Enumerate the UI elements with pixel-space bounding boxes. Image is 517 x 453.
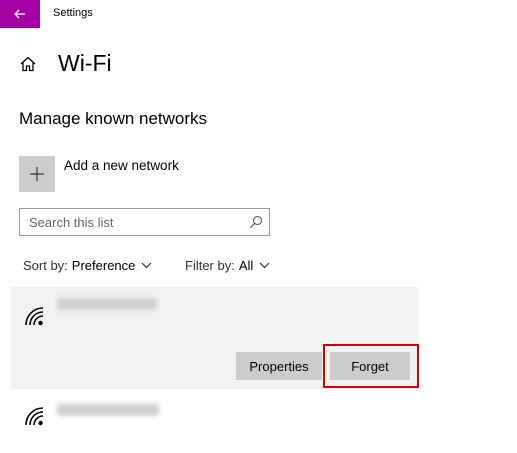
search-box[interactable] [19, 208, 270, 236]
back-arrow-icon [14, 9, 25, 19]
properties-button[interactable]: Properties [236, 352, 322, 380]
sort-value: Preference [71, 258, 136, 273]
network-name-redacted [57, 298, 157, 310]
forget-button-highlight [323, 344, 419, 388]
sort-dropdown[interactable]: Sort by: Preference [23, 258, 152, 273]
section-title: Manage known networks [19, 109, 208, 128]
window-title: Settings [53, 7, 93, 19]
add-network-label[interactable]: Add a new network [64, 158, 179, 173]
sort-label: Sort by: [23, 258, 68, 273]
home-icon[interactable] [19, 55, 37, 73]
network-name-redacted [57, 404, 159, 416]
chevron-down-icon [259, 262, 270, 269]
plus-icon [30, 167, 44, 181]
filter-value: All [238, 258, 254, 273]
search-input[interactable] [20, 209, 240, 235]
filter-dropdown[interactable]: Filter by: All [185, 258, 270, 273]
chevron-down-icon [141, 262, 152, 269]
settings-window: Settings Wi-Fi Manage known networks Add… [0, 0, 517, 453]
add-network-button[interactable] [19, 156, 55, 192]
search-icon[interactable] [249, 215, 263, 229]
network-item[interactable] [11, 392, 419, 453]
filter-label: Filter by: [185, 258, 235, 273]
page-title: Wi-Fi [58, 50, 112, 76]
title-bar: Settings [0, 0, 517, 28]
back-button[interactable] [0, 0, 40, 28]
wifi-icon [25, 307, 44, 326]
wifi-icon [25, 407, 44, 426]
